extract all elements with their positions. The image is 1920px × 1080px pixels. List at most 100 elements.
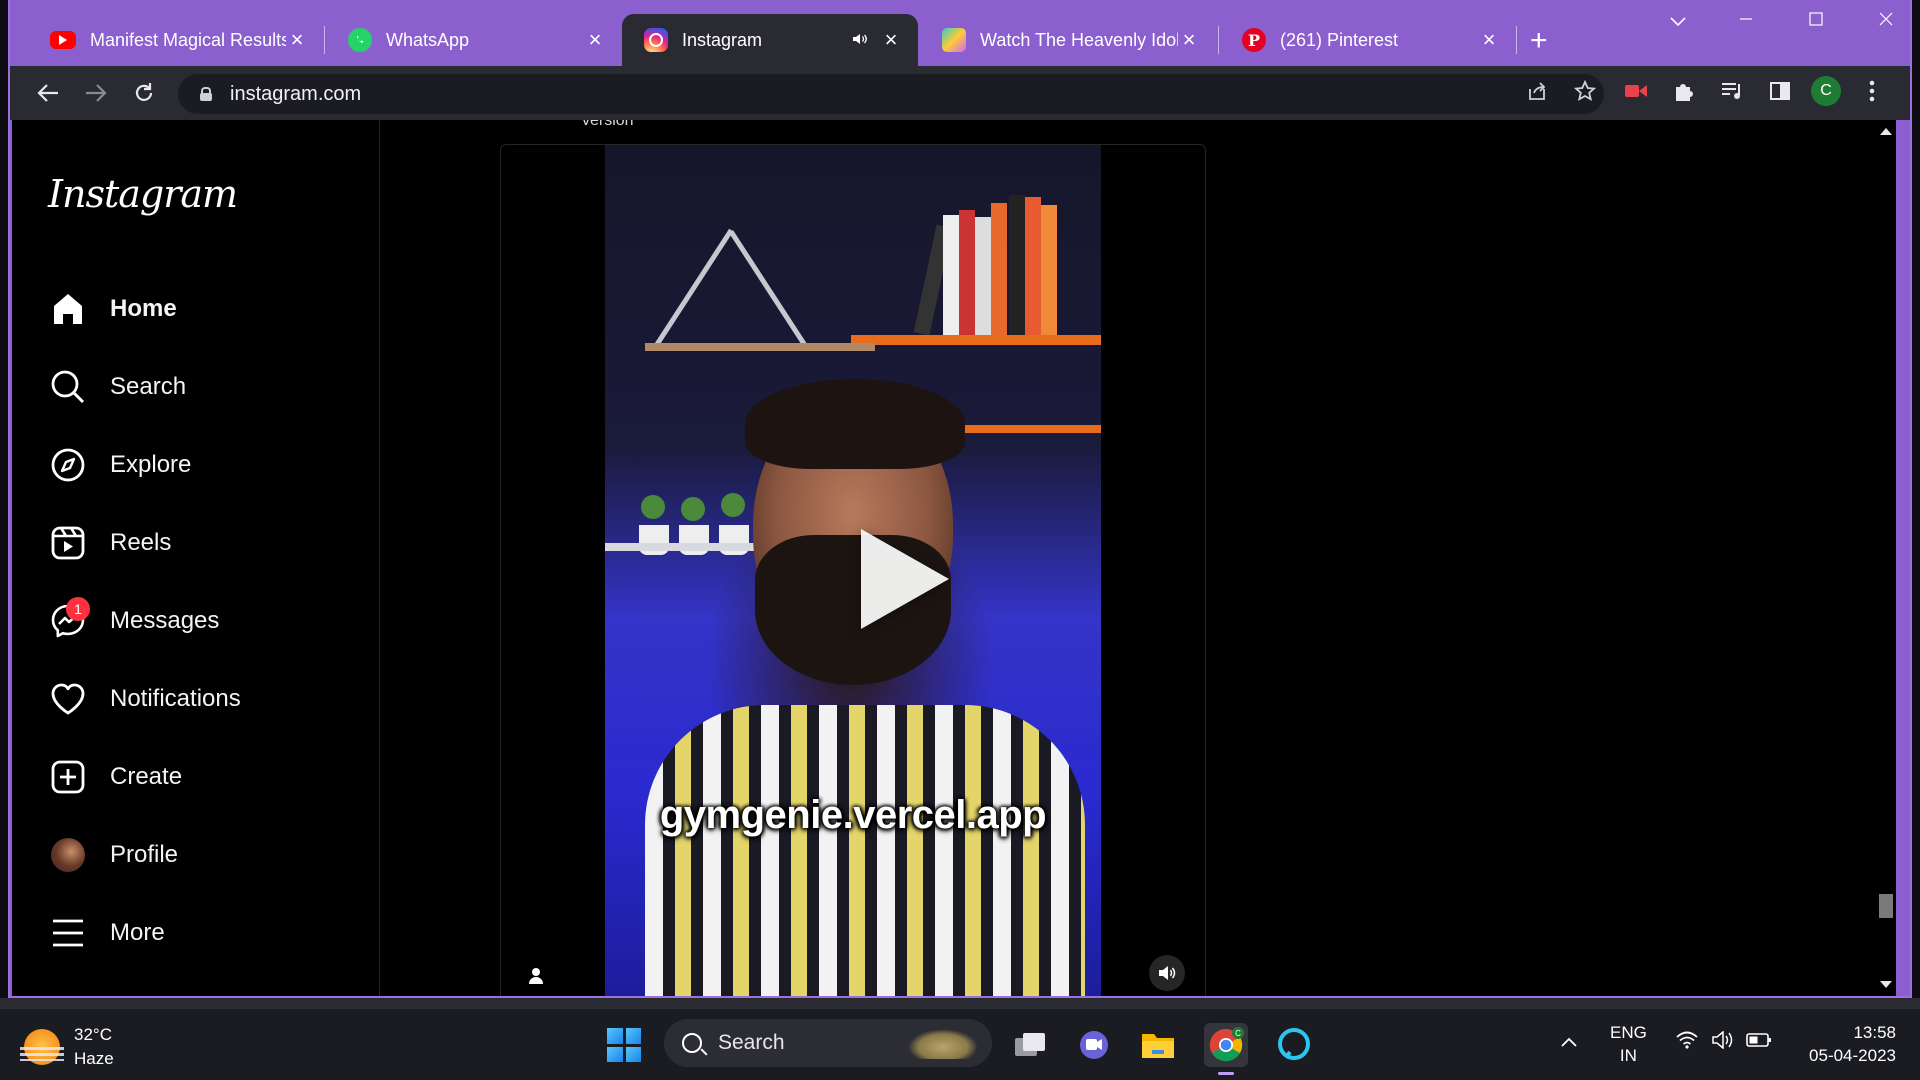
whatsapp-icon xyxy=(348,28,372,52)
browser-menu-icon[interactable] xyxy=(1852,71,1892,111)
instagram-icon xyxy=(644,28,668,52)
reload-button[interactable] xyxy=(120,71,168,115)
network-icon[interactable] xyxy=(1676,1031,1698,1055)
close-icon[interactable]: × xyxy=(584,27,606,53)
volume-icon[interactable] xyxy=(1712,1030,1734,1055)
play-icon[interactable] xyxy=(861,529,949,629)
lock-icon[interactable] xyxy=(200,87,212,101)
media-control-icon[interactable] xyxy=(1712,71,1752,111)
audio-toggle-button[interactable] xyxy=(1149,955,1185,991)
browser-window: Manifest Magical Results × WhatsApp × In… xyxy=(8,0,1912,998)
screen-recorder-extension-icon[interactable] xyxy=(1616,71,1656,111)
nav-explore[interactable]: Explore xyxy=(48,440,348,490)
bilibili-icon xyxy=(942,28,966,52)
messenger-icon: 1 xyxy=(48,597,90,641)
page-scrollbar[interactable] xyxy=(1876,120,1896,996)
tab-pinterest[interactable]: P (261) Pinterest × xyxy=(1220,14,1516,66)
tab-bilibili[interactable]: Watch The Heavenly Idol × xyxy=(920,14,1216,66)
video-scene-frame xyxy=(652,228,734,349)
url-text: instagram.com xyxy=(230,82,362,105)
alexa-button[interactable] xyxy=(1272,1023,1316,1067)
video-scene-rod xyxy=(645,343,875,351)
tab-title: Instagram xyxy=(682,29,763,50)
weather-widget[interactable]: 32°C Haze xyxy=(20,1023,114,1071)
teams-chat-button[interactable] xyxy=(1072,1023,1116,1067)
language-region: IN xyxy=(1619,1046,1637,1065)
profile-initial: C xyxy=(1811,76,1841,106)
new-tab-button[interactable]: + xyxy=(1530,24,1548,58)
video-scene-books xyxy=(913,185,1065,336)
address-bar[interactable]: instagram.com xyxy=(178,74,1604,114)
plus-square-icon xyxy=(48,757,88,797)
minimize-button[interactable] xyxy=(1716,10,1776,33)
haze-weather-icon xyxy=(20,1029,64,1065)
nav-home[interactable]: Home xyxy=(48,284,348,334)
taskbar-search-label: Search xyxy=(718,1031,785,1054)
video-scene-shelf xyxy=(851,335,1101,345)
alexa-icon xyxy=(1278,1028,1310,1060)
nav-label: More xyxy=(110,919,165,946)
language-indicator[interactable]: ENG IN xyxy=(1610,1021,1647,1067)
tab-divider xyxy=(1516,26,1517,54)
post-caption-cut: version xyxy=(582,120,634,129)
taskbar-search[interactable]: Search xyxy=(664,1019,992,1067)
tab-whatsapp[interactable]: WhatsApp × xyxy=(326,14,622,66)
start-button[interactable] xyxy=(602,1023,646,1067)
nav-reels[interactable]: Reels xyxy=(48,518,348,568)
active-app-indicator xyxy=(1218,1072,1234,1075)
task-view-button[interactable] xyxy=(1008,1023,1052,1067)
extensions-puzzle-icon[interactable] xyxy=(1664,71,1704,111)
chevron-up-icon xyxy=(1561,1037,1577,1047)
reel-video[interactable]: gymgenie.vercel.app xyxy=(605,145,1101,996)
nav-search[interactable]: Search xyxy=(48,362,348,412)
nav-more[interactable]: More xyxy=(48,908,348,958)
close-window-button[interactable] xyxy=(1856,10,1916,33)
tab-instagram[interactable]: Instagram × xyxy=(622,14,918,66)
chrome-taskbar-button[interactable]: C xyxy=(1204,1023,1248,1075)
nav-label: Search xyxy=(110,373,187,400)
speaker-icon xyxy=(1159,966,1176,980)
close-icon[interactable]: × xyxy=(1178,27,1200,53)
feed-post: gymgenie.vercel.app xyxy=(500,144,1206,996)
file-explorer-button[interactable] xyxy=(1136,1023,1180,1067)
bookmark-star-icon[interactable] xyxy=(1573,79,1597,108)
youtube-icon xyxy=(50,31,76,49)
instagram-page: Instagram Home Search Explore Reels 1 Me… xyxy=(12,120,1896,996)
scroll-down-arrow-icon[interactable] xyxy=(1880,981,1892,988)
tab-title: (261) Pinterest xyxy=(1280,29,1399,50)
close-icon[interactable]: × xyxy=(880,27,902,53)
search-highlight-image xyxy=(908,1029,978,1059)
nav-messages[interactable]: 1 Messages xyxy=(48,596,348,646)
scroll-up-arrow-icon[interactable] xyxy=(1880,128,1892,135)
language-code: ENG xyxy=(1610,1023,1647,1042)
speaker-icon[interactable] xyxy=(852,30,868,51)
nav-create[interactable]: Create xyxy=(48,752,348,802)
forward-button[interactable] xyxy=(72,71,120,115)
tagged-user-icon[interactable] xyxy=(527,967,545,985)
tab-divider xyxy=(324,26,325,54)
tab-title: Manifest Magical Results xyxy=(90,29,286,50)
nav-label: Explore xyxy=(110,451,192,478)
show-hidden-icons-button[interactable] xyxy=(1560,1031,1578,1054)
tab-search-chevron-icon[interactable] xyxy=(1648,10,1708,33)
clock-time: 13:58 xyxy=(1853,1023,1896,1042)
chrome-icon: C xyxy=(1209,1027,1244,1062)
tab-youtube[interactable]: Manifest Magical Results × xyxy=(28,14,324,66)
video-scene-frame xyxy=(728,230,810,351)
back-button[interactable] xyxy=(24,71,72,115)
battery-icon[interactable] xyxy=(1746,1031,1772,1054)
nav-profile[interactable]: Profile xyxy=(48,830,348,880)
svg-text:C: C xyxy=(1235,1029,1241,1038)
profile-avatar[interactable]: C xyxy=(1806,71,1846,111)
instagram-logo[interactable]: Instagram xyxy=(48,172,238,216)
task-view-icon xyxy=(1015,1033,1045,1056)
share-icon[interactable] xyxy=(1526,80,1548,108)
maximize-button[interactable] xyxy=(1786,10,1846,33)
close-icon[interactable]: × xyxy=(1478,27,1500,53)
desktop-background xyxy=(0,998,1920,1008)
scroll-thumb[interactable] xyxy=(1879,894,1893,918)
system-clock[interactable]: 13:58 05-04-2023 xyxy=(1809,1021,1896,1067)
side-panel-icon[interactable] xyxy=(1760,71,1800,111)
close-icon[interactable]: × xyxy=(286,27,308,53)
nav-notifications[interactable]: Notifications xyxy=(48,674,348,724)
